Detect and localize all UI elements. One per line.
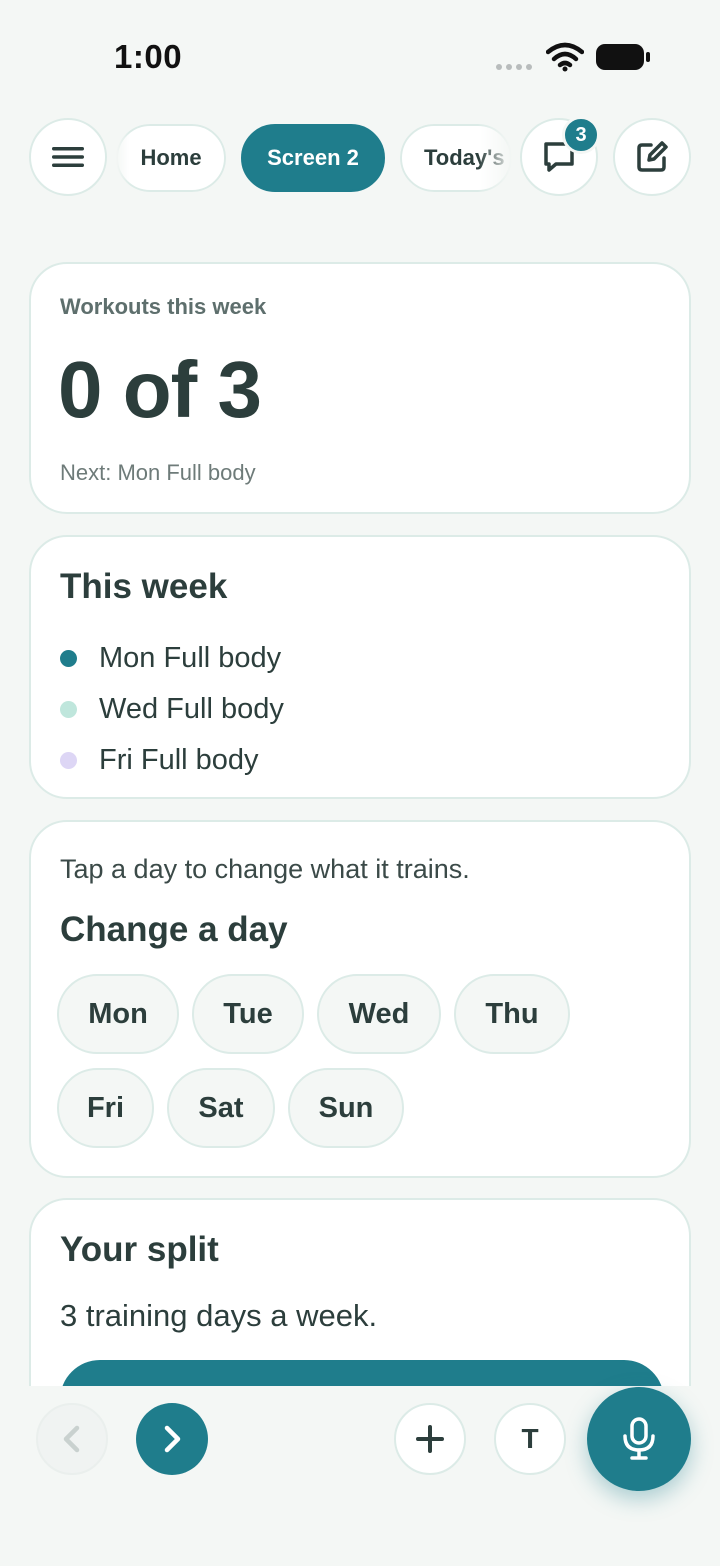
- edit-button[interactable]: [613, 118, 691, 196]
- this-week-title: This week: [60, 567, 228, 606]
- workouts-summary-card: Workouts this week 0 of 3 Next: Mon Full…: [29, 262, 691, 514]
- schedule-item-label: Fri Full body: [99, 744, 259, 776]
- workouts-label: Workouts this week: [60, 294, 267, 319]
- wifi-icon: [546, 42, 584, 72]
- status-time: 1:00: [114, 38, 183, 75]
- day-chip-tue[interactable]: Tue: [192, 974, 304, 1054]
- schedule-item-label: Mon Full body: [99, 642, 282, 674]
- battery-icon: [596, 44, 650, 70]
- next-workout-text: Next: Mon Full body: [60, 460, 256, 485]
- status-dot-icon: [60, 752, 77, 769]
- status-dot-icon: [60, 701, 77, 718]
- back-button[interactable]: [36, 1403, 108, 1475]
- microphone-icon: [623, 1417, 655, 1460]
- list-item: Fri Full body: [60, 735, 284, 786]
- signal-dots-icon: [496, 64, 532, 70]
- microphone-button[interactable]: [587, 1387, 691, 1491]
- day-chip-fri[interactable]: Fri: [57, 1068, 154, 1148]
- edit-square-icon: [637, 141, 668, 172]
- list-item: Mon Full body: [60, 633, 284, 684]
- plus-icon: [416, 1425, 444, 1453]
- tab-screen-2[interactable]: Screen 2: [241, 124, 385, 192]
- status-bar: 1:00: [0, 0, 720, 110]
- schedule-item-label: Wed Full body: [99, 693, 284, 725]
- top-navigation: Home Screen 2 Today's 3: [0, 116, 720, 198]
- list-item: Wed Full body: [60, 684, 284, 735]
- week-schedule-list: Mon Full body Wed Full body Fri Full bod…: [60, 633, 284, 786]
- text-mode-button[interactable]: T: [494, 1403, 566, 1475]
- change-day-hint: Tap a day to change what it trains.: [60, 854, 470, 884]
- split-description: 3 training days a week.: [60, 1298, 378, 1333]
- change-day-title: Change a day: [60, 910, 288, 949]
- tab-todays[interactable]: Today's: [400, 124, 512, 192]
- messages-badge: 3: [562, 116, 600, 154]
- add-button[interactable]: [394, 1403, 466, 1475]
- day-chip-wed[interactable]: Wed: [317, 974, 441, 1054]
- day-chip-sat[interactable]: Sat: [167, 1068, 275, 1148]
- menu-button[interactable]: [29, 118, 107, 196]
- tab-home[interactable]: Home: [116, 124, 226, 192]
- status-dot-icon: [60, 650, 77, 667]
- day-chip-mon[interactable]: Mon: [57, 974, 179, 1054]
- chevron-right-icon: [164, 1425, 181, 1453]
- this-week-card: This week Mon Full body Wed Full body Fr…: [29, 535, 691, 799]
- workouts-count: 0 of 3: [58, 345, 262, 434]
- day-chip-thu[interactable]: Thu: [454, 974, 570, 1054]
- split-title: Your split: [60, 1230, 219, 1269]
- forward-button[interactable]: [136, 1403, 208, 1475]
- day-chip-sun[interactable]: Sun: [288, 1068, 404, 1148]
- chevron-left-icon: [63, 1425, 80, 1453]
- hamburger-menu-icon: [52, 147, 84, 167]
- change-day-card: Tap a day to change what it trains. Chan…: [29, 820, 691, 1178]
- messages-button[interactable]: 3: [520, 116, 600, 196]
